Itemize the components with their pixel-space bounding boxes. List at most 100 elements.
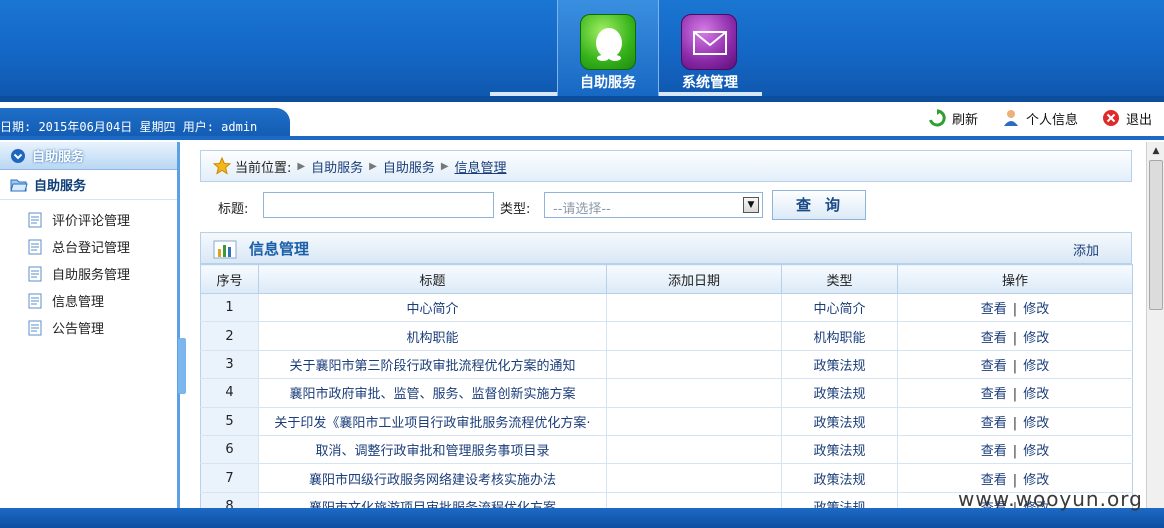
row-type: 政策法规 <box>781 407 898 436</box>
edit-link[interactable]: 修改 <box>1023 331 1049 346</box>
column-header: 操作 <box>897 264 1133 294</box>
table-header-row: 序号 标题 添加日期 类型 操作 <box>200 264 1133 294</box>
tab-self-service[interactable]: 自助服务 <box>557 0 659 96</box>
sidebar-item-notice-management[interactable]: 公告管理 <box>0 314 177 341</box>
view-link[interactable]: 查看 <box>981 416 1007 431</box>
document-icon <box>28 266 42 281</box>
tab-self-service-label: 自助服务 <box>580 75 636 91</box>
breadcrumb-arrow-icon: ▶ <box>369 160 377 172</box>
edit-link[interactable]: 修改 <box>1023 387 1049 402</box>
action-separator: | <box>1012 444 1018 460</box>
edit-link[interactable]: 修改 <box>1023 473 1049 488</box>
row-title: 关于印发《襄阳市工业项目行政审批服务流程优化方案· <box>258 407 607 436</box>
row-index: 4 <box>200 378 259 408</box>
refresh-button[interactable]: 刷新 <box>928 108 978 128</box>
sidebar-item-review-management[interactable]: 评价评论管理 <box>0 206 177 233</box>
logout-label: 退出 <box>1126 112 1153 128</box>
table-row: 1 中心简介 中心简介 查看 | 修改 <box>200 293 1133 323</box>
sidebar-item-label: 评价评论管理 <box>52 214 131 229</box>
view-link[interactable]: 查看 <box>981 302 1007 317</box>
sidebar-item-front-desk[interactable]: 总台登记管理 <box>0 233 177 260</box>
bar-chart-icon <box>213 240 237 259</box>
action-separator: | <box>1012 415 1018 431</box>
table-row: 5 关于印发《襄阳市工业项目行政审批服务流程优化方案· 政策法规 查看 | 修改 <box>200 407 1133 436</box>
column-header: 添加日期 <box>606 264 782 294</box>
action-separator: | <box>1012 302 1018 318</box>
sidebar-folder[interactable]: 自助服务 <box>0 170 177 200</box>
breadcrumb-item[interactable]: 自助服务 <box>383 157 435 176</box>
type-select[interactable]: --请选择-- ▼ <box>544 192 763 218</box>
view-link[interactable]: 查看 <box>981 331 1007 346</box>
row-date <box>606 435 782 465</box>
sidebar-section-header[interactable]: 自助服务 <box>0 142 177 170</box>
document-icon <box>28 293 42 308</box>
view-link[interactable]: 查看 <box>981 359 1007 374</box>
user-icon <box>1004 110 1018 126</box>
qq-penguin-icon <box>580 14 636 70</box>
sidebar-collapse-handle[interactable] <box>178 338 186 394</box>
info-strip <box>0 136 1164 140</box>
sidebar-item-label: 总台登记管理 <box>52 241 131 256</box>
breadcrumb-prefix: 当前位置: <box>235 160 292 176</box>
title-search-input[interactable] <box>263 192 494 218</box>
row-actions: 查看 | 修改 <box>897 378 1133 408</box>
row-title: 襄阳市政府审批、监管、服务、监督创新实施方案 <box>258 378 607 408</box>
action-separator: | <box>1012 472 1018 488</box>
action-separator: | <box>1012 330 1018 346</box>
info-bar: 日期: 2015年06月04日 星期四 用户: admin 刷新 个人信息 退出 <box>0 102 1164 140</box>
document-icon <box>28 320 42 335</box>
table-row: 3 关于襄阳市第三阶段行政审批流程优化方案的通知 政策法规 查看 | 修改 <box>200 350 1133 380</box>
edit-link[interactable]: 修改 <box>1023 359 1049 374</box>
refresh-icon <box>929 109 946 127</box>
scroll-thumb[interactable] <box>1149 160 1163 310</box>
action-separator: | <box>1012 358 1018 374</box>
profile-button[interactable]: 个人信息 <box>1002 108 1078 128</box>
add-link[interactable]: 添加 <box>1073 240 1099 259</box>
chevron-down-circle-icon <box>11 148 25 163</box>
row-index: 1 <box>200 293 259 323</box>
edit-link[interactable]: 修改 <box>1023 302 1049 317</box>
exit-icon <box>1103 110 1119 126</box>
view-link[interactable]: 查看 <box>981 444 1007 459</box>
row-date <box>606 321 782 351</box>
edit-link[interactable]: 修改 <box>1023 444 1049 459</box>
row-actions: 查看 | 修改 <box>897 321 1133 351</box>
breadcrumb-current[interactable]: 信息管理 <box>455 157 507 176</box>
row-title: 机构职能 <box>258 321 607 351</box>
folder-open-icon <box>10 179 28 191</box>
row-index: 7 <box>200 463 259 493</box>
breadcrumb-item[interactable]: 自助服务 <box>311 157 363 176</box>
table-row: 6 取消、调整行政审批和管理服务事项目录 政策法规 查看 | 修改 <box>200 435 1133 465</box>
row-title: 取消、调整行政审批和管理服务事项目录 <box>258 435 607 465</box>
refresh-label: 刷新 <box>952 112 979 128</box>
view-link[interactable]: 查看 <box>981 473 1007 488</box>
row-title: 中心简介 <box>258 293 607 323</box>
edit-link[interactable]: 修改 <box>1023 416 1049 431</box>
sidebar-item-label: 公告管理 <box>52 322 105 337</box>
tab-system-management-label: 系统管理 <box>682 75 738 91</box>
table-row: 4 襄阳市政府审批、监管、服务、监督创新实施方案 政策法规 查看 | 修改 <box>200 378 1133 408</box>
tab-system-management[interactable]: 系统管理 <box>659 0 761 96</box>
sidebar-item-self-service[interactable]: 自助服务管理 <box>0 260 177 287</box>
breadcrumb-arrow-icon: ▶ <box>440 160 449 172</box>
view-link[interactable]: 查看 <box>981 387 1007 402</box>
row-date <box>606 407 782 436</box>
sidebar-item-label: 自助服务管理 <box>52 268 131 283</box>
row-type: 中心简介 <box>781 293 898 323</box>
scroll-up-arrow-icon[interactable]: ▲ <box>1149 144 1163 158</box>
vertical-scrollbar[interactable]: ▲ <box>1146 142 1164 508</box>
document-icon <box>28 239 42 254</box>
action-separator: | <box>1012 387 1018 403</box>
envelope-icon <box>681 14 737 70</box>
logout-button[interactable]: 退出 <box>1102 108 1152 128</box>
search-filter-bar: 标题: 类型: --请选择-- ▼ 查询 <box>200 190 1132 222</box>
sidebar-item-info-management[interactable]: 信息管理 <box>0 287 177 314</box>
panel-header: 信息管理 添加 <box>200 232 1132 264</box>
row-type: 政策法规 <box>781 378 898 408</box>
breadcrumb-arrow-icon: ▶ <box>297 160 306 172</box>
type-field-label: 类型: <box>500 202 531 217</box>
row-actions: 查看 | 修改 <box>897 350 1133 380</box>
dropdown-arrow-icon[interactable]: ▼ <box>743 197 759 213</box>
search-button[interactable]: 查询 <box>772 190 866 220</box>
type-select-value: --请选择-- <box>553 202 611 217</box>
